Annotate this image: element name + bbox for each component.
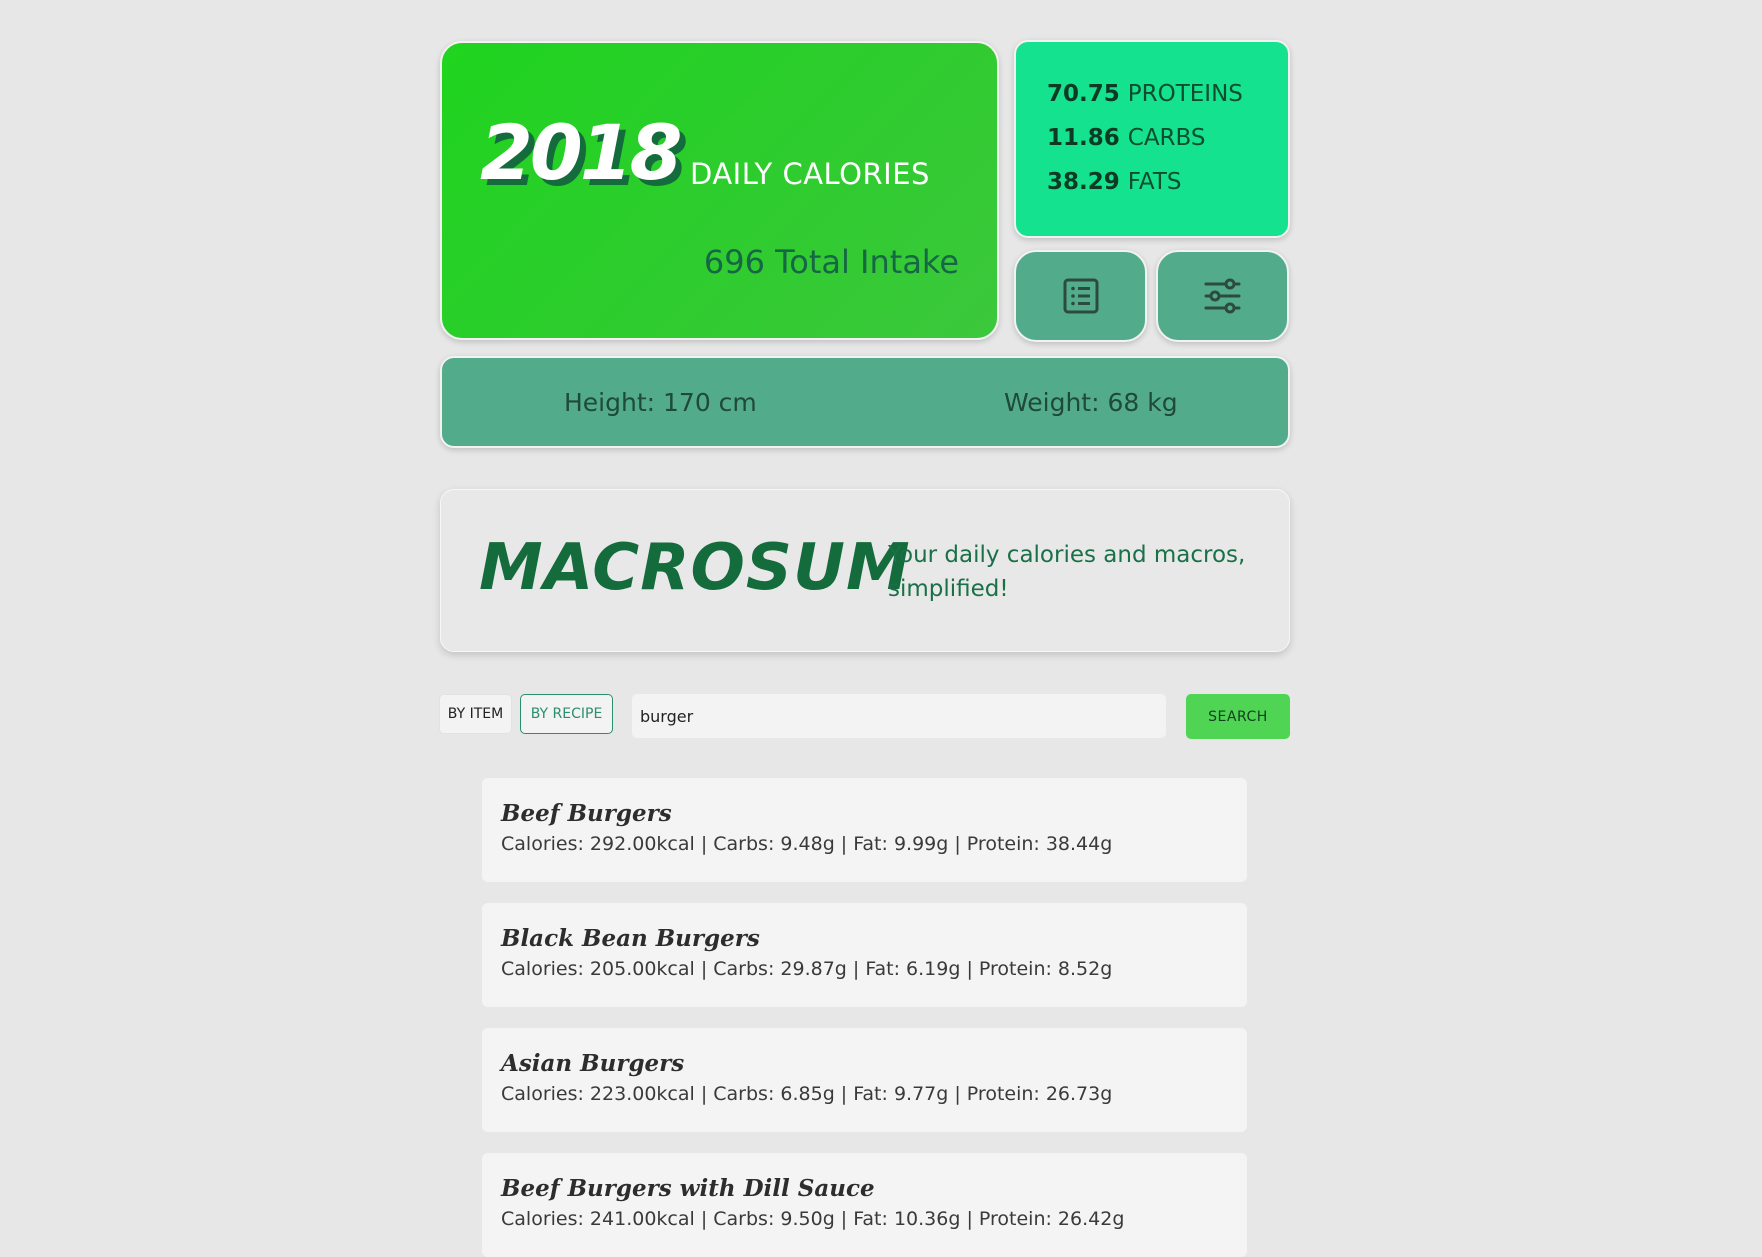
macros-card: 70.75 PROTEINS 11.86 CARBS 38.29 FATS [1014, 40, 1290, 238]
result-item[interactable]: Beef Burgers with Dill Sauce Calories: 2… [482, 1153, 1247, 1257]
daily-calories-value: 2018 [480, 108, 683, 197]
result-nutrition: Calories: 241.00kcal | Carbs: 9.50g | Fa… [501, 1208, 1125, 1230]
result-nutrition: Calories: 292.00kcal | Carbs: 9.48g | Fa… [501, 833, 1113, 855]
fats-value: 38.29 [1047, 169, 1120, 195]
fats-label: FATS [1127, 169, 1182, 195]
by-recipe-toggle[interactable]: BY RECIPE [520, 694, 613, 734]
macro-proteins: 70.75 PROTEINS [1047, 72, 1288, 116]
result-nutrition: Calories: 205.00kcal | Carbs: 29.87g | F… [501, 958, 1113, 980]
proteins-label: PROTEINS [1127, 81, 1243, 107]
carbs-value: 11.86 [1047, 125, 1120, 151]
settings-button[interactable] [1156, 250, 1289, 342]
result-item[interactable]: Asian Burgers Calories: 223.00kcal | Car… [482, 1028, 1247, 1132]
proteins-value: 70.75 [1047, 81, 1120, 107]
macro-carbs: 11.86 CARBS [1047, 116, 1288, 160]
result-title: Black Bean Burgers [501, 925, 760, 952]
result-title: Beef Burgers [501, 800, 672, 827]
search-button[interactable]: SEARCH [1186, 694, 1290, 739]
brand-tagline: Your daily calories and macros, simplifi… [888, 542, 1246, 602]
weight-value: Weight: 68 kg [1004, 388, 1178, 417]
sliders-icon [1204, 278, 1240, 314]
calories-card: 2018 DAILY CALORIES 696 Total Intake [440, 41, 999, 340]
daily-calories-label: DAILY CALORIES [690, 157, 930, 191]
list-icon [1063, 278, 1098, 314]
result-title: Asian Burgers [501, 1050, 685, 1077]
carbs-label: CARBS [1127, 125, 1206, 151]
total-intake: 696 Total Intake [703, 243, 959, 281]
macro-fats: 38.29 FATS [1047, 160, 1288, 204]
result-nutrition: Calories: 223.00kcal | Carbs: 6.85g | Fa… [501, 1083, 1113, 1105]
result-title: Beef Burgers with Dill Sauce [501, 1175, 875, 1202]
result-item[interactable]: Beef Burgers Calories: 292.00kcal | Carb… [482, 778, 1247, 882]
brand-card: MACROSUM Your daily calories and macros,… [440, 489, 1290, 652]
search-input[interactable] [632, 694, 1166, 738]
food-log-button[interactable] [1014, 250, 1147, 342]
body-stats-bar: Height: 170 cm Weight: 68 kg [440, 356, 1290, 448]
by-item-toggle[interactable]: BY ITEM [439, 694, 512, 734]
brand-logo: MACROSUM [479, 531, 911, 605]
result-item[interactable]: Black Bean Burgers Calories: 205.00kcal … [482, 903, 1247, 1007]
height-value: Height: 170 cm [564, 388, 757, 417]
